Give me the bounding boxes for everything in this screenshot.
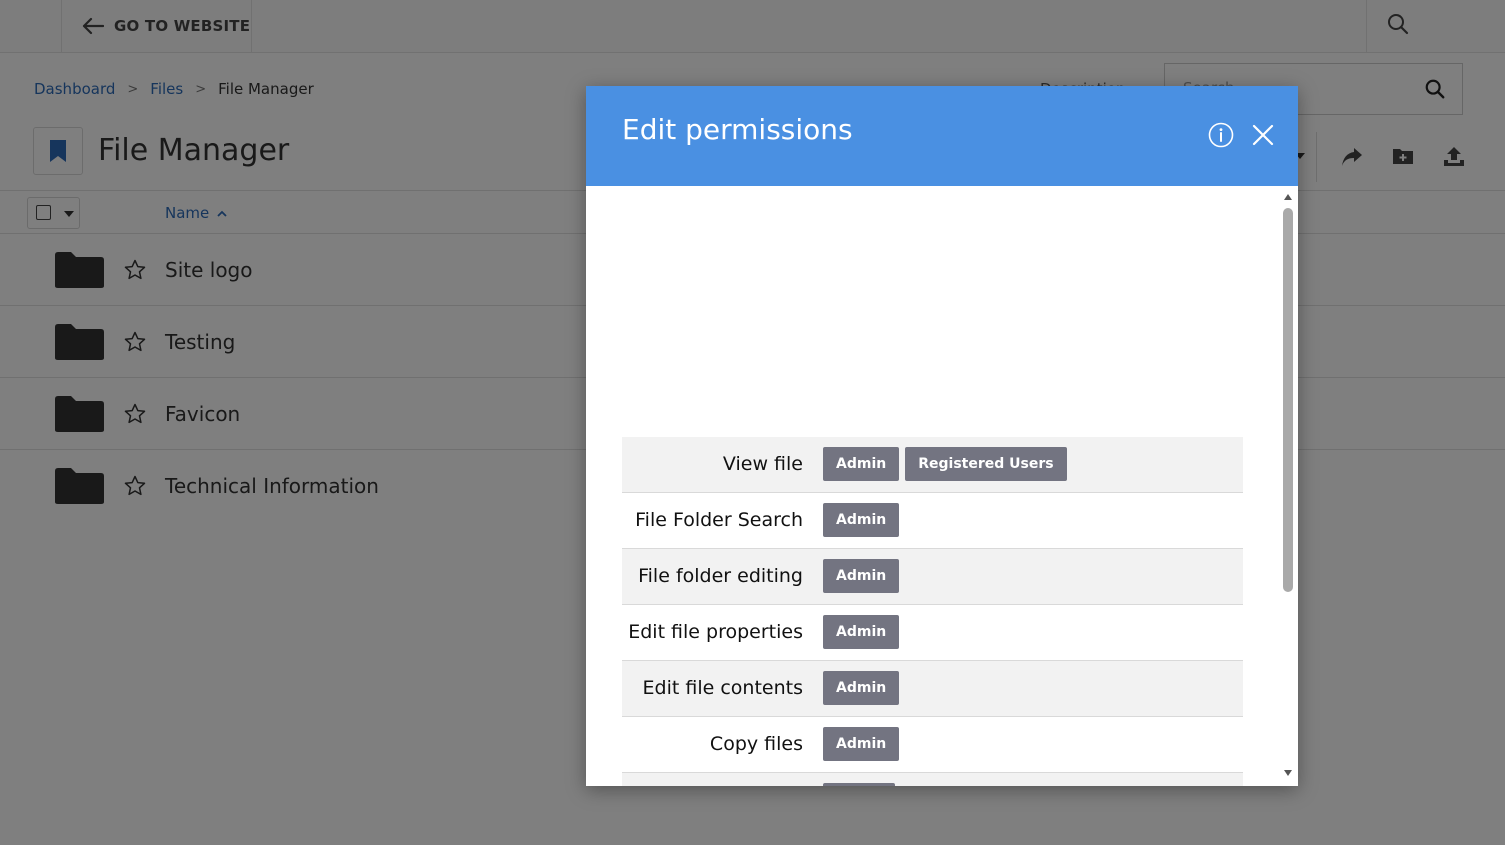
- role-badge-admin[interactable]: Admin: [823, 615, 900, 649]
- permission-row: File folder editing Admin: [622, 549, 1243, 605]
- edit-permissions-modal: Edit permissions View file Admin Registe…: [586, 86, 1298, 786]
- permissions-table: View file Admin Registered Users File Fo…: [622, 437, 1243, 786]
- permission-label: View file: [722, 453, 803, 475]
- scroll-down-arrow-icon[interactable]: [1284, 770, 1292, 776]
- modal-title: Edit permissions: [622, 113, 853, 146]
- modal-body: View file Admin Registered Users File Fo…: [586, 186, 1298, 786]
- role-badge-admin[interactable]: Admin: [823, 727, 900, 761]
- scroll-up-arrow-icon[interactable]: [1284, 194, 1292, 200]
- role-badge-admin[interactable]: Admin: [823, 503, 900, 537]
- permission-label: Copy files: [709, 733, 803, 755]
- role-badge-admin[interactable]: Admin: [823, 671, 900, 705]
- role-badges: Admin Registered Users: [823, 447, 1067, 481]
- info-icon[interactable]: [1208, 122, 1234, 148]
- scrollbar-thumb[interactable]: [1283, 208, 1293, 592]
- modal-header: Edit permissions: [586, 86, 1298, 186]
- permission-label: Edit file properties: [628, 621, 803, 643]
- permission-row-partial: [622, 773, 1243, 786]
- permission-label: File Folder Search: [635, 509, 803, 531]
- role-badges: Admin: [823, 671, 900, 705]
- modal-scrollbar[interactable]: [1280, 186, 1296, 786]
- role-badges: Admin: [823, 559, 900, 593]
- role-badges: [823, 783, 895, 786]
- permission-row: Copy files Admin: [622, 717, 1243, 773]
- permission-row: Edit file contents Admin: [622, 661, 1243, 717]
- permission-row: File Folder Search Admin: [622, 493, 1243, 549]
- role-badges: Admin: [823, 503, 900, 537]
- role-badges: Admin: [823, 727, 900, 761]
- role-badge-admin[interactable]: Admin: [823, 559, 900, 593]
- role-badges: Admin: [823, 615, 900, 649]
- permission-label: Edit file contents: [642, 677, 803, 699]
- permission-row: View file Admin Registered Users: [622, 437, 1243, 493]
- role-badge-partial[interactable]: [823, 783, 895, 786]
- role-badge-registered-users[interactable]: Registered Users: [905, 447, 1067, 481]
- close-icon[interactable]: [1252, 124, 1274, 146]
- role-badge-admin[interactable]: Admin: [823, 447, 900, 481]
- permission-label: File folder editing: [638, 565, 803, 587]
- permission-row: Edit file properties Admin: [622, 605, 1243, 661]
